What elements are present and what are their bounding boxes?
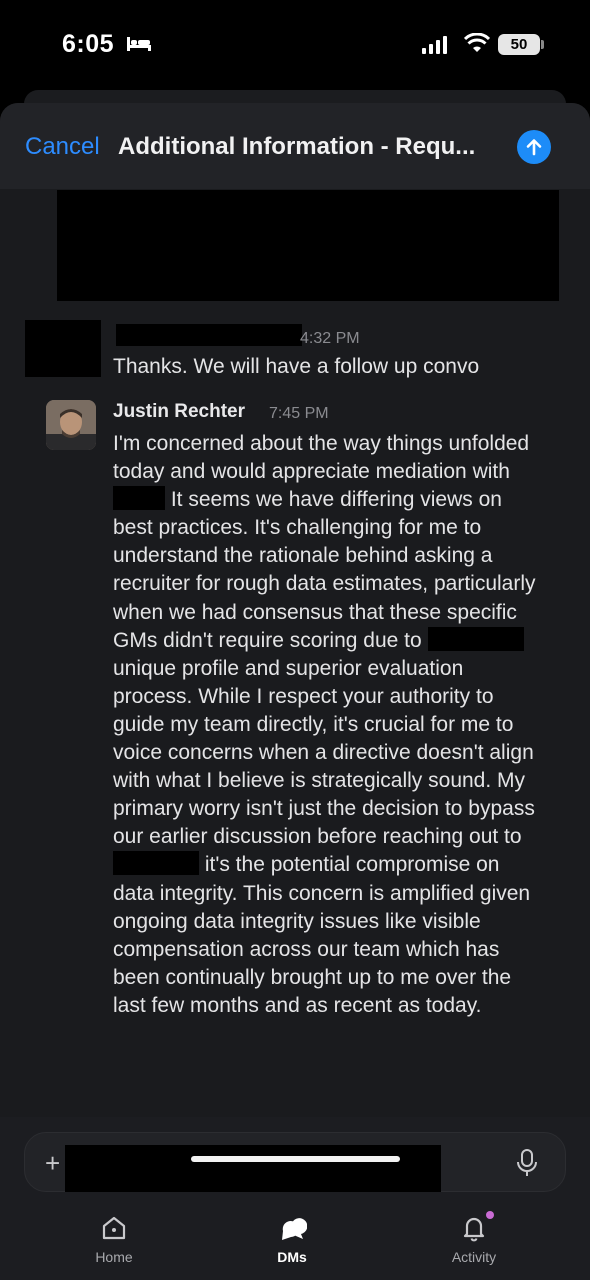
message-sheet: Cancel Additional Information - Requ... … bbox=[0, 103, 590, 1280]
tab-bar: Home DMs Activity bbox=[0, 1207, 590, 1280]
sheet-header: Cancel Additional Information - Requ... bbox=[0, 103, 590, 189]
tab-home[interactable]: Home bbox=[54, 1207, 174, 1280]
tab-activity-label: Activity bbox=[451, 1249, 497, 1265]
battery-cap bbox=[541, 40, 544, 49]
tab-dms-label: DMs bbox=[277, 1249, 307, 1265]
send-button[interactable] bbox=[517, 130, 551, 164]
message-composer[interactable]: + bbox=[24, 1132, 566, 1192]
status-time: 6:05 bbox=[62, 30, 115, 58]
dms-icon bbox=[282, 1218, 307, 1240]
plus-icon[interactable]: + bbox=[45, 1150, 60, 1176]
message-text: Thanks. We will have a follow up convo bbox=[113, 355, 480, 378]
redacted-composer-text bbox=[65, 1145, 441, 1192]
home-icon bbox=[102, 1216, 126, 1240]
message-body-segment: I'm concerned about the way things unfol… bbox=[113, 432, 530, 484]
message-author[interactable]: Justin Rechter bbox=[113, 401, 245, 423]
bell-icon bbox=[463, 1217, 485, 1242]
redacted-text bbox=[113, 486, 165, 511]
message-body-segment: unique profile and superior evaluation p… bbox=[113, 656, 535, 849]
redacted-text bbox=[427, 626, 524, 651]
redacted-message-block bbox=[57, 190, 559, 301]
tab-activity[interactable]: Activity bbox=[414, 1207, 534, 1280]
cancel-button[interactable]: Cancel bbox=[25, 133, 100, 161]
microphone-icon[interactable] bbox=[516, 1149, 538, 1177]
avatar[interactable] bbox=[46, 400, 96, 450]
arrow-up-icon bbox=[526, 139, 542, 156]
message-list[interactable]: 4:32 PM Thanks. We will have a follow up… bbox=[0, 189, 590, 1117]
tab-home-label: Home bbox=[95, 1249, 133, 1265]
redacted-author-name bbox=[116, 324, 302, 346]
tab-dms[interactable]: DMs bbox=[232, 1207, 352, 1280]
message-timestamp: 4:32 PM bbox=[300, 330, 360, 347]
redacted-text bbox=[113, 851, 199, 876]
profile-photo bbox=[46, 400, 96, 450]
sleep-focus-icon bbox=[127, 37, 151, 51]
cellular-signal-icon bbox=[422, 36, 447, 54]
wifi-icon bbox=[464, 33, 490, 52]
battery-indicator: 50 bbox=[498, 34, 540, 55]
home-indicator bbox=[191, 1156, 400, 1162]
status-bar: 6:05 50 bbox=[0, 0, 590, 92]
message-body: I'm concerned about the way things unfol… bbox=[113, 430, 543, 1020]
sheet-title: Additional Information - Requ... bbox=[118, 133, 476, 160]
redacted-avatar bbox=[25, 320, 101, 377]
message-timestamp: 7:45 PM bbox=[269, 405, 329, 422]
message-body-segment: it's the potential compromise on data in… bbox=[113, 853, 531, 1017]
notification-badge bbox=[486, 1211, 494, 1219]
composer-area: + bbox=[0, 1117, 590, 1207]
